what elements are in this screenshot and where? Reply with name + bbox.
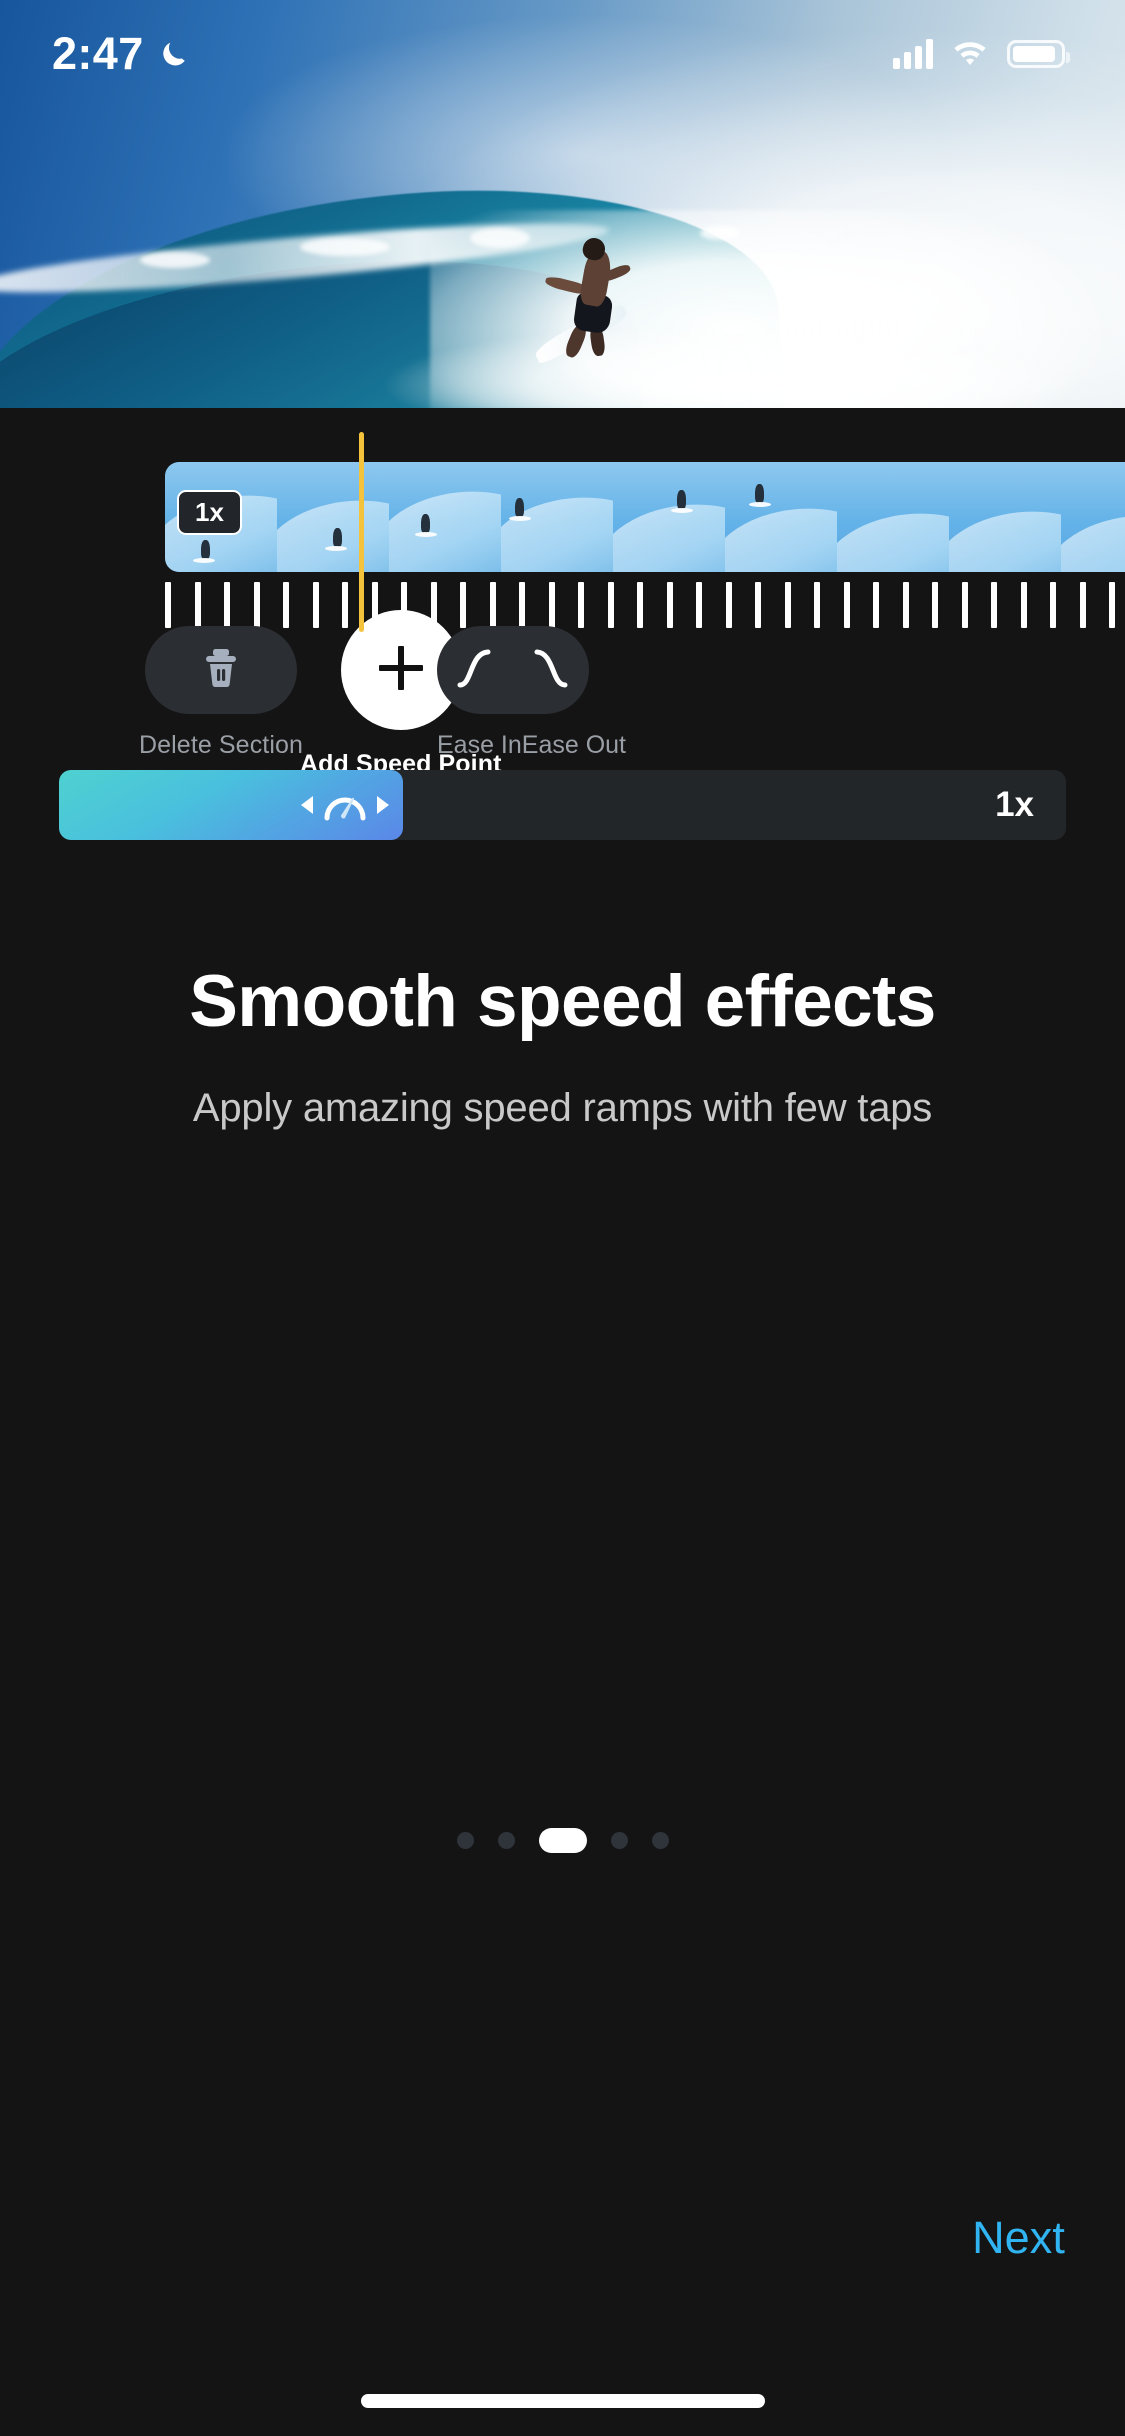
- page-dot[interactable]: [610, 1832, 628, 1849]
- page-dot[interactable]: [651, 1832, 669, 1849]
- speed-value-label: 1x: [995, 785, 1034, 824]
- filmstrip-frame: [613, 462, 725, 572]
- ease-out-button[interactable]: [513, 626, 589, 714]
- clip-speed-badge[interactable]: 1x: [177, 490, 242, 535]
- speed-slider-fill[interactable]: [59, 770, 403, 840]
- filmstrip-frame: [389, 462, 501, 572]
- spray-2: [300, 238, 390, 256]
- playhead[interactable]: [359, 432, 364, 632]
- status-bar: 2:47: [0, 0, 1125, 108]
- timeline[interactable]: 1x: [0, 430, 1125, 632]
- ease-in-curve-icon: [452, 643, 498, 698]
- ease-in-button[interactable]: [437, 626, 513, 714]
- status-bar-left: 2:47: [52, 28, 190, 80]
- plus-icon: [373, 640, 429, 701]
- ease-controls[interactable]: Ease In Ease Out: [437, 626, 626, 760]
- wave-foam-lower: [340, 330, 1125, 408]
- delete-section-control[interactable]: Delete Section: [139, 626, 303, 760]
- delete-section-button[interactable]: [145, 626, 297, 714]
- filmstrip[interactable]: [165, 462, 1125, 572]
- filmstrip-frame: [1061, 462, 1125, 572]
- cellular-signal-icon: [893, 39, 933, 69]
- status-bar-right: [893, 38, 1070, 71]
- ease-in-label: Ease In: [437, 731, 522, 759]
- battery-icon: [1007, 40, 1070, 68]
- arrow-right-icon: [377, 796, 389, 814]
- moon-icon: [158, 38, 190, 70]
- status-time: 2:47: [52, 28, 144, 79]
- filmstrip-frame: [949, 462, 1061, 572]
- filmstrip-frame: [837, 462, 949, 572]
- next-button[interactable]: Next: [972, 2212, 1065, 2264]
- speed-controls-row: Delete Section Add Speed Point Ease In E…: [0, 610, 1125, 778]
- speed-editor-panel: 1x Delete Section Add Speed Point Ease I…: [0, 408, 1125, 2436]
- filmstrip-frame: [725, 462, 837, 572]
- page-indicator[interactable]: [0, 1828, 1125, 1853]
- ease-labels: Ease In Ease Out: [437, 731, 626, 760]
- delete-section-label: Delete Section: [139, 731, 303, 759]
- page-dot[interactable]: [497, 1832, 515, 1849]
- spray-1: [140, 252, 210, 268]
- filmstrip-frame: [501, 462, 613, 572]
- surfer-figure: [525, 235, 655, 378]
- page-dot[interactable]: [456, 1832, 474, 1849]
- home-indicator[interactable]: [360, 2394, 765, 2408]
- app-screen: 2:47 1x Delete Section Add Speed Point E…: [0, 0, 1125, 2436]
- ease-pill: [437, 626, 589, 714]
- page-title: Smooth speed effects: [189, 961, 936, 1042]
- ease-out-label: Ease Out: [521, 731, 627, 759]
- speedometer-icon: [321, 782, 369, 829]
- spray-3: [470, 228, 530, 248]
- filmstrip-frame: [277, 462, 389, 572]
- speed-slider[interactable]: 1x: [59, 770, 1066, 840]
- arrow-left-icon: [301, 796, 313, 814]
- ease-out-curve-icon: [528, 643, 574, 698]
- wifi-icon: [951, 38, 989, 71]
- page-dot-active[interactable]: [538, 1828, 587, 1853]
- spray-4: [700, 226, 740, 240]
- page-subtitle: Apply amazing speed ramps with few taps: [192, 1086, 933, 1130]
- trash-icon: [201, 646, 241, 695]
